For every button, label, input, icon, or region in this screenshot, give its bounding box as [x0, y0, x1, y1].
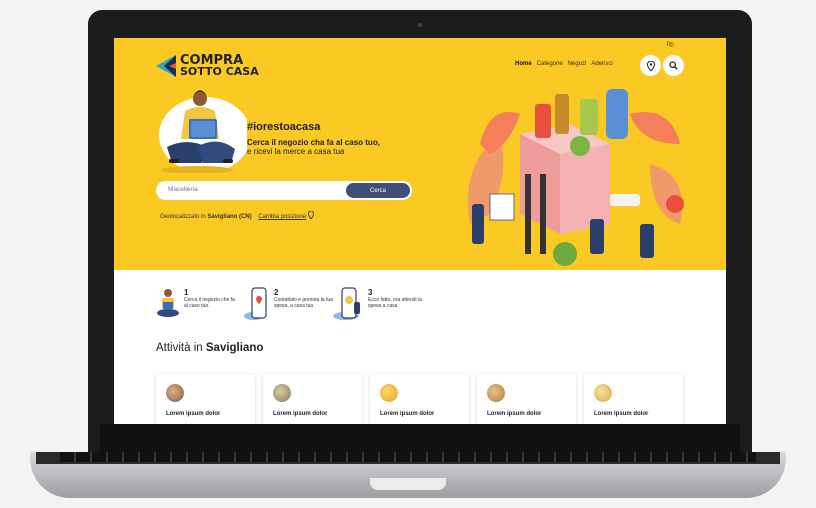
- activities-heading-place: Savigliano: [205, 342, 264, 354]
- person-laptop-illustration: [159, 90, 247, 173]
- hero-hashtag: #iorestoacasa: [247, 121, 321, 133]
- card-thumbnail: [380, 384, 398, 402]
- card-thumbnail: [166, 384, 184, 402]
- card-thumbnail: [273, 384, 291, 402]
- step-1: 1 Cerca il negozio che fa al caso tuo.: [156, 284, 246, 324]
- shop-search-input[interactable]: [168, 186, 338, 193]
- search-submit-button[interactable]: Cerca: [346, 183, 410, 198]
- step-2-number: 2: [274, 288, 279, 297]
- nav-home[interactable]: Home: [515, 61, 532, 67]
- nav-aderisci[interactable]: Aderisci: [591, 61, 612, 67]
- nav-negozi[interactable]: Negozi: [568, 61, 587, 67]
- laptop-keyboard: [60, 452, 756, 462]
- logo-line-2: SOTTO CASA: [180, 65, 259, 78]
- site-logo[interactable]: COMPRA SOTTO CASA: [156, 54, 259, 78]
- card-title: Lorem ipsum dolor: [594, 411, 649, 417]
- search-toggle-button[interactable]: [663, 55, 684, 76]
- person-laptop-small-icon: [157, 289, 179, 317]
- laptop-notch: [370, 478, 446, 490]
- geolocation-line: Geolocalizzato in Savigliano (CN) Cambia…: [160, 210, 314, 220]
- search-icon: [669, 61, 678, 70]
- hero-tagline: Cerca il negozio cha fa al caso tuo,: [247, 138, 380, 147]
- card-thumbnail: [594, 384, 612, 402]
- card-title: Lorem ipsum dolor: [166, 411, 221, 417]
- card-title: Lorem ipsum dolor: [273, 411, 328, 417]
- location-pin-icon: [307, 210, 314, 220]
- activity-card[interactable]: Lorem ipsum dolor: [263, 374, 362, 424]
- card-title: Lorem ipsum dolor: [380, 411, 435, 417]
- phone-pin-icon: [244, 287, 267, 320]
- hero-tagline-secondary: e ricevi la merce a casa tua: [247, 147, 345, 156]
- phone-delivery-icon: [333, 287, 360, 320]
- geo-place: Savigliano (CN): [207, 214, 252, 220]
- shop-search-bar: Cerca: [156, 181, 412, 200]
- how-it-works-steps: 1 Cerca il negozio che fa al caso tuo. 2…: [156, 284, 456, 324]
- map-pin-icon: [646, 60, 655, 71]
- activity-card[interactable]: Lorem ipsum dolor: [477, 374, 576, 424]
- step-2-text: Contattalo e prenota la tua spesa, a cas…: [274, 297, 333, 309]
- change-position-link[interactable]: Cambia posizione: [258, 214, 306, 220]
- step-1-text: Cerca il negozio che fa al caso tuo.: [184, 297, 235, 309]
- card-thumbnail: [487, 384, 505, 402]
- browser-viewport: f◎ COMPRA SOTTO CASA Home Categorie Nego…: [114, 38, 726, 424]
- step-3-text: Ecco fatto, ora attendi la spesa a casa: [368, 297, 422, 309]
- step-1-number: 1: [184, 288, 189, 297]
- step-3-number: 3: [368, 288, 373, 297]
- geo-prefix: Geolocalizzato in: [160, 214, 206, 220]
- activity-card[interactable]: Lorem ipsum dolor: [370, 374, 469, 424]
- activities-heading: Attività in Savigliano: [156, 342, 263, 354]
- activity-card[interactable]: Lorem ipsum dolor: [584, 374, 683, 424]
- grocery-box-illustration: [468, 89, 684, 266]
- laptop-bezel: [100, 424, 740, 454]
- social-icons[interactable]: f◎: [667, 41, 674, 48]
- step-2: 2 Contattalo e prenota la tua spesa, a c…: [244, 284, 344, 324]
- hero-section: f◎ COMPRA SOTTO CASA Home Categorie Nego…: [114, 38, 726, 270]
- nav-categorie[interactable]: Categorie: [537, 61, 563, 67]
- webcam: [418, 23, 422, 27]
- activities-card-list: Lorem ipsum dolor Lorem ipsum dolor Lore…: [156, 374, 686, 424]
- activity-card[interactable]: Lorem ipsum dolor: [156, 374, 255, 424]
- main-nav: Home Categorie Negozi Aderisci: [515, 61, 613, 67]
- logo-arrow-icon: [156, 55, 176, 77]
- step-3: 3 Ecco fatto, ora attendi la spesa a cas…: [332, 284, 442, 324]
- card-title: Lorem ipsum dolor: [487, 411, 542, 417]
- location-button[interactable]: [640, 55, 661, 76]
- activities-heading-prefix: Attività in: [156, 342, 203, 354]
